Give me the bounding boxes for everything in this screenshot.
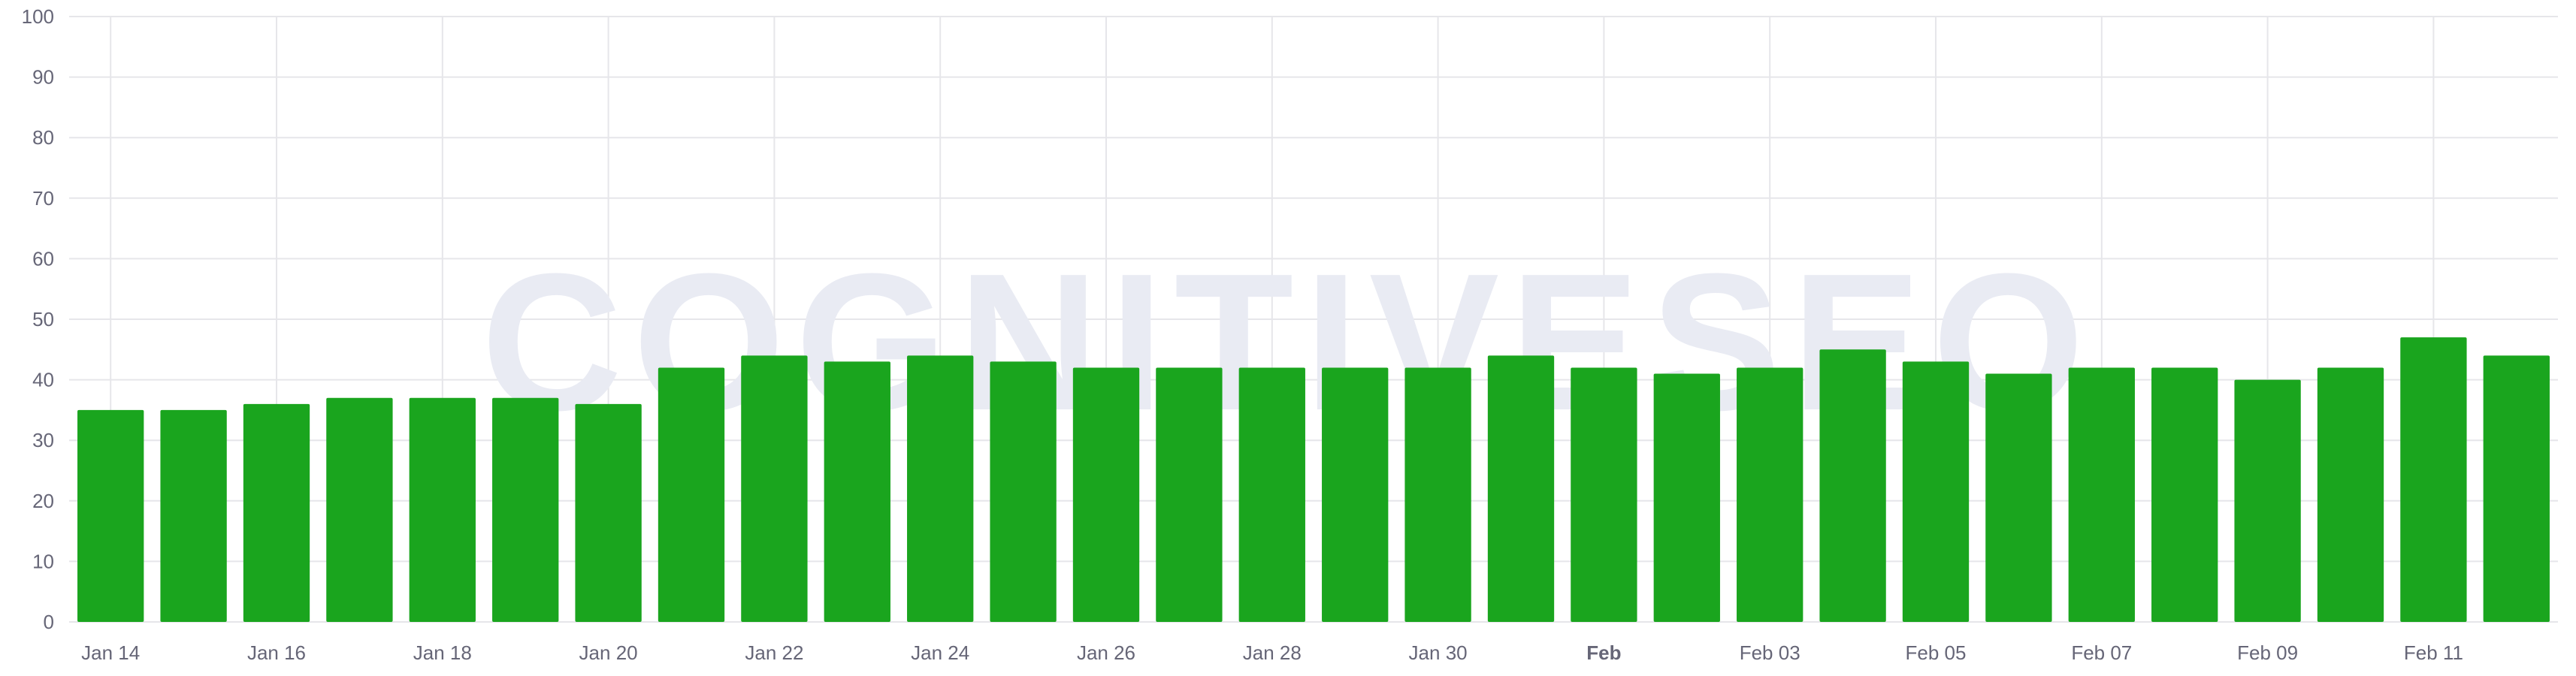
x-tick-label: Feb: [1586, 641, 1621, 664]
bar[interactable]: [1653, 373, 1720, 622]
bar[interactable]: [658, 367, 725, 622]
y-tick-label: 20: [32, 490, 54, 512]
bar[interactable]: [77, 409, 144, 622]
x-tick-label: Jan 22: [745, 641, 803, 664]
y-tick-label: 40: [32, 369, 54, 391]
bar[interactable]: [243, 403, 310, 622]
y-tick-label: 100: [22, 5, 54, 28]
bar[interactable]: [575, 403, 642, 622]
x-tick-label: Feb 11: [2404, 641, 2463, 664]
x-axis-ticks: Jan 14 Jan 16 Jan 18 Jan 20 Jan 22 Jan 24 Jan …: [81, 641, 2463, 664]
x-tick-label: Feb 03: [1740, 641, 1800, 664]
bar[interactable]: [1571, 367, 1637, 622]
bar[interactable]: [1737, 367, 1804, 622]
bar[interactable]: [2234, 379, 2301, 622]
x-tick-label: Jan 30: [1409, 641, 1468, 664]
bar[interactable]: [907, 355, 974, 622]
y-tick-label: 30: [32, 429, 54, 451]
x-tick-label: Jan 16: [247, 641, 306, 664]
bar[interactable]: [2317, 367, 2384, 622]
bar[interactable]: [2068, 367, 2135, 622]
bar[interactable]: [824, 361, 890, 622]
x-tick-label: Jan 26: [1077, 641, 1135, 664]
x-tick-label: Feb 07: [2071, 641, 2132, 664]
bar[interactable]: [1238, 367, 1305, 622]
x-tick-label: Jan 18: [413, 641, 472, 664]
y-tick-label: 0: [44, 611, 54, 633]
x-tick-label: Jan 24: [911, 641, 969, 664]
x-tick-label: Jan 28: [1243, 641, 1302, 664]
y-tick-label: 10: [32, 550, 54, 572]
x-tick-label: Jan 20: [579, 641, 638, 664]
bar-chart: COGNITIVESEO 0102030405060708090100 Jan …: [22, 5, 2558, 664]
bar[interactable]: [990, 361, 1057, 622]
bar[interactable]: [1404, 367, 1471, 622]
bar[interactable]: [1156, 367, 1223, 622]
bar[interactable]: [2400, 337, 2467, 622]
y-tick-label: 80: [32, 126, 54, 149]
bar[interactable]: [1902, 361, 1970, 622]
y-tick-label: 50: [32, 308, 54, 330]
bar[interactable]: [1487, 355, 1555, 622]
x-tick-label: Feb 09: [2237, 641, 2298, 664]
bar[interactable]: [409, 397, 476, 622]
y-axis-ticks: 0 10 20 30 40 50 60 70 80 90 100: [22, 5, 54, 633]
bar[interactable]: [160, 409, 227, 622]
bar[interactable]: [741, 355, 808, 622]
y-tick-label: 70: [32, 187, 54, 210]
x-tick-label: Feb 05: [1906, 641, 1967, 664]
bar[interactable]: [2151, 367, 2218, 622]
bar[interactable]: [1322, 367, 1389, 622]
bar[interactable]: [1985, 373, 2052, 622]
y-tick-label: 90: [32, 66, 54, 89]
bar[interactable]: [1072, 367, 1140, 622]
bar[interactable]: [2483, 355, 2550, 622]
bar[interactable]: [326, 397, 393, 622]
x-tick-label: Jan 14: [81, 641, 140, 664]
y-tick-label: 60: [32, 247, 54, 270]
bar[interactable]: [492, 397, 559, 622]
bar[interactable]: [1819, 349, 1886, 622]
